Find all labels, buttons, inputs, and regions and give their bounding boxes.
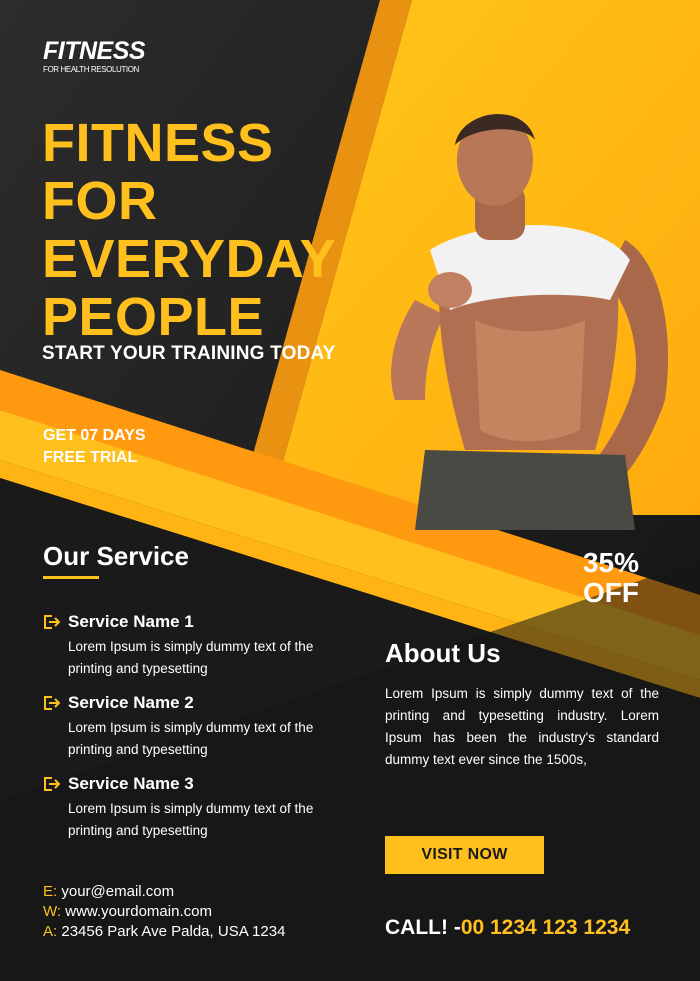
- headline-line-4: PEOPLE: [42, 287, 265, 347]
- service-item-2: Service Name 2 Lorem Ipsum is simply dum…: [43, 693, 343, 761]
- service-description: Lorem Ipsum is simply dummy text of the …: [68, 720, 314, 757]
- service-description: Lorem Ipsum is simply dummy text of the …: [68, 801, 314, 838]
- arrow-right-bracket-icon: [44, 696, 60, 710]
- athlete-illustration: [391, 114, 669, 530]
- headline-line-2: FOR: [42, 171, 158, 231]
- services-title-underline: [43, 576, 99, 579]
- logo-subtitle: FOR HEALTH RESOLUTION: [43, 65, 139, 74]
- brand-logo: FITNESS FOR HEALTH RESOLUTION: [43, 37, 146, 74]
- trial-line-1: GET 07 DAYS: [43, 427, 146, 444]
- discount-off: OFF: [583, 577, 639, 608]
- logo-title: FITNESS: [43, 37, 146, 65]
- service-item-1: Service Name 1 Lorem Ipsum is simply dum…: [43, 612, 343, 680]
- about-text: Lorem Ipsum is simply dummy text of the …: [385, 686, 659, 767]
- contact-info: E: your@email.com W: www.yourdomain.com …: [43, 882, 285, 942]
- service-name: Service Name 3: [68, 774, 194, 793]
- service-description: Lorem Ipsum is simply dummy text of the …: [68, 639, 314, 676]
- service-name: Service Name 2: [68, 693, 194, 712]
- fitness-flyer: FITNESS FOR HEALTH RESOLUTION FITNESS FO…: [0, 0, 700, 981]
- headline: FITNESS FOR EVERYDAY PEOPLE: [42, 114, 336, 346]
- call-number: 00 1234 123 1234: [460, 916, 631, 939]
- services-title: Our Service: [43, 541, 189, 571]
- discount-percent: 35%: [582, 547, 640, 578]
- trial-line-2: FREE TRIAL: [43, 449, 138, 466]
- arrow-right-bracket-icon: [44, 777, 60, 791]
- service-item-3: Service Name 3 Lorem Ipsum is simply dum…: [43, 774, 343, 842]
- contact-website[interactable]: W: www.yourdomain.com: [43, 902, 285, 922]
- contact-address: A: 23456 Park Ave Palda, USA 1234: [43, 923, 286, 940]
- free-trial-text: GET 07 DAYS FREE TRIAL: [43, 425, 146, 469]
- contact-email[interactable]: E: your@email.com: [43, 882, 285, 902]
- call-label: CALL! -: [385, 916, 461, 939]
- service-name: Service Name 1: [68, 612, 194, 631]
- about-title: About Us: [385, 638, 501, 668]
- visit-now-button[interactable]: VISIT NOW: [385, 836, 544, 874]
- headline-line-3: EVERYDAY: [42, 229, 337, 289]
- headline-line-1: FITNESS: [42, 113, 274, 173]
- tagline: START YOUR TRAINING TODAY: [42, 343, 336, 364]
- call-line[interactable]: CALL! -00 1234 123 1234: [385, 916, 630, 940]
- discount-badge: 35% OFF: [566, 548, 656, 608]
- arrow-right-bracket-icon: [44, 615, 60, 629]
